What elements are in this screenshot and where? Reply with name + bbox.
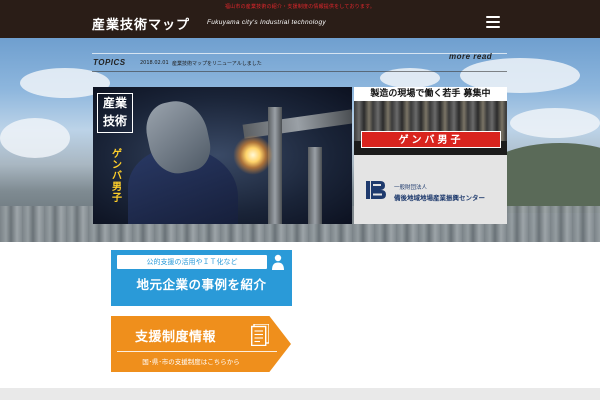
topics-date: 2018.02.01 [140,60,169,66]
hero-welder-panel[interactable]: 産業技術 ゲンバ男子 [93,87,352,224]
site-logo[interactable]: 産業技術マップ [92,14,190,33]
local-cases-title: 地元企業の事例を紹介 [136,277,267,292]
support-info-title: 支援制度情報 [135,330,217,345]
local-cases-banner[interactable]: 公的支援の活用やＩＴ化など 地元企業の事例を紹介 [111,250,292,306]
document-icon [251,324,269,346]
support-info-banner[interactable]: 支援制度情報 国･県･市の支援制度はこちらから [111,316,291,372]
foundation-banner[interactable]: 一般財団法人 備後地域地場産業振興センター [354,155,507,224]
topics-label: TOPICS [93,58,126,67]
spark-icon [233,135,273,175]
recruit-heading: 製造の現場で働く若手 募集中 [354,87,507,101]
topics-bar: TOPICS 2018.02.01 産業技術マップをリニューアルしました [92,53,507,72]
topics-link[interactable]: 産業技術マップをリニューアルしました [172,60,262,67]
site-header: 福山市の産業技術の紹介・支援制度の情報提供をしております。 産業技術マップ Fu… [0,0,600,38]
local-cases-subtitle: 公的支援の活用やＩＴ化など [117,255,267,269]
foundation-logo-icon [366,181,386,199]
more-read-link[interactable]: more read [449,52,492,61]
support-info-subtitle: 国･県･市の支援制度はこちらから [142,358,240,366]
hero-title: 産業技術 [97,93,133,133]
hero-vertical-caption: ゲンバ男子 [112,149,122,204]
support-info-divider [117,351,277,352]
foundation-name: 備後地域地場産業振興センター [394,194,485,202]
hamburger-menu-icon[interactable] [486,16,500,28]
foundation-type: 一般財団法人 [394,185,428,191]
recruit-banner[interactable]: 製造の現場で働く若手 募集中 ゲンバ男子 [354,87,507,155]
header-tagline: 福山市の産業技術の紹介・支援制度の情報提供をしております。 [224,4,375,10]
site-logo-english: Fukuyama city's Industrial technology [207,19,326,26]
person-icon [272,254,284,270]
recruit-badge: ゲンバ男子 [361,131,501,148]
footer-strip [0,388,600,400]
